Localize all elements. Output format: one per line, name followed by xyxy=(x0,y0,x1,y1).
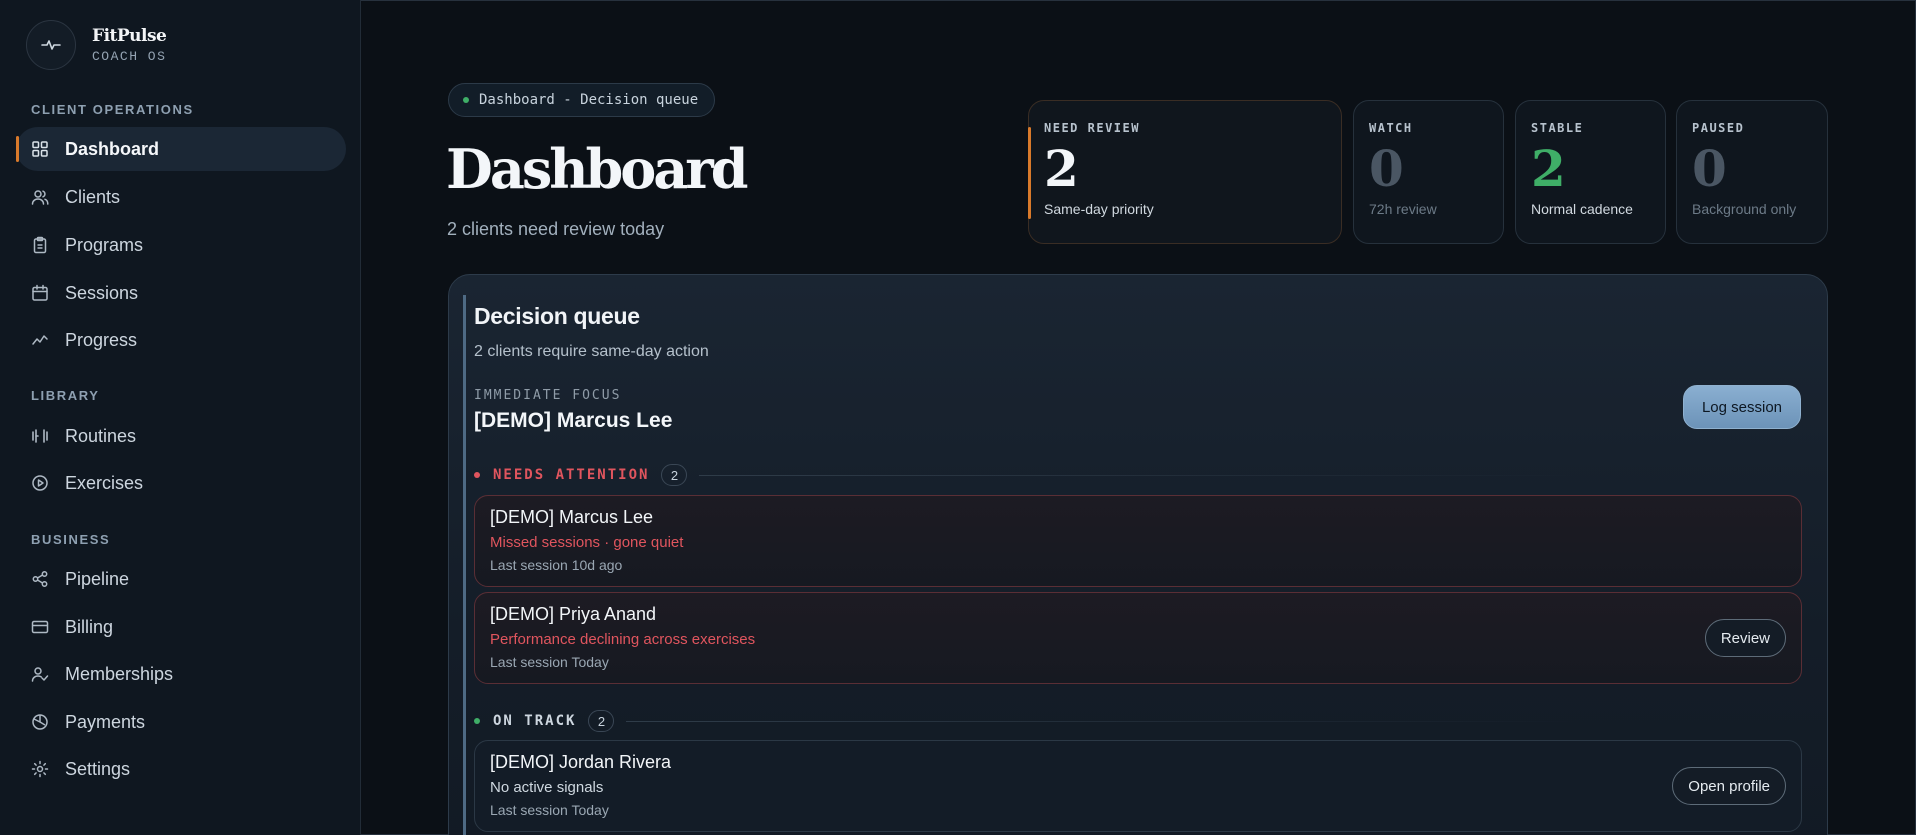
sidebar-item-progress[interactable]: Progress xyxy=(16,318,346,362)
group-count-badge: 2 xyxy=(588,710,615,732)
success-dot xyxy=(474,718,480,724)
review-button[interactable]: Review xyxy=(1704,619,1786,657)
group-label: NEEDS ATTENTION xyxy=(493,467,650,483)
log-session-button[interactable]: Log session xyxy=(1683,385,1801,429)
group-label: ON TRACK xyxy=(493,713,577,729)
nav-heading-business: BUSINESS xyxy=(31,532,111,547)
sidebar-item-sessions[interactable]: Sessions xyxy=(16,271,346,315)
stat-label: PAUSED xyxy=(1692,121,1745,135)
pulse-icon xyxy=(26,20,76,70)
sidebar-item-label: Exercises xyxy=(65,472,144,493)
sidebar-item-label: Programs xyxy=(65,234,144,255)
sidebar-item-routines[interactable]: Routines xyxy=(16,414,346,458)
sidebar-item-billing[interactable]: Billing xyxy=(16,605,346,649)
sidebar-item-label: Routines xyxy=(65,425,137,446)
trend-icon xyxy=(31,331,49,349)
client-row-jordan-rivera[interactable]: [DEMO] Jordan Rivera No active signals L… xyxy=(474,740,1802,832)
stat-value: 2 xyxy=(1531,139,1566,198)
focus-label: IMMEDIATE FOCUS xyxy=(474,388,622,403)
stat-value: 0 xyxy=(1692,139,1727,198)
sidebar-item-dashboard[interactable]: Dashboard xyxy=(16,127,346,171)
stat-card-paused[interactable]: PAUSED 0 Background only xyxy=(1676,100,1828,244)
play-circle-icon xyxy=(31,474,49,492)
sidebar-item-clients[interactable]: Clients xyxy=(16,175,346,219)
sidebar-item-payments[interactable]: Payments xyxy=(16,700,346,744)
stat-note: 72h review xyxy=(1369,201,1437,217)
sidebar-item-label: Payments xyxy=(65,711,146,732)
nav-heading-client-operations: CLIENT OPERATIONS xyxy=(31,102,194,117)
gear-icon xyxy=(31,760,49,778)
clipboard-icon xyxy=(31,236,49,254)
stat-note: Background only xyxy=(1692,201,1797,217)
sidebar-item-pipeline[interactable]: Pipeline xyxy=(16,557,346,601)
breadcrumb-text: Dashboard - Decision queue xyxy=(479,92,699,108)
users-icon xyxy=(31,188,49,206)
last-session: Last session Today xyxy=(490,802,609,818)
divider xyxy=(626,720,1574,722)
sidebar-item-label: Memberships xyxy=(65,663,174,684)
queue-subtitle: 2 clients require same-day action xyxy=(474,343,709,360)
brand[interactable]: FitPulse COACH OS xyxy=(26,20,167,70)
focus-client-name: [DEMO] Marcus Lee xyxy=(474,409,673,432)
sidebar-item-programs[interactable]: Programs xyxy=(16,223,346,267)
group-on-track: ON TRACK 2 xyxy=(474,710,1574,732)
coins-icon xyxy=(31,713,49,731)
client-signal: No active signals xyxy=(490,779,604,796)
decision-queue-card: Decision queue 2 clients require same-da… xyxy=(448,274,1828,835)
stat-card-watch[interactable]: WATCH 0 72h review xyxy=(1353,100,1504,244)
credit-card-icon xyxy=(31,618,49,636)
last-session: Last session Today xyxy=(490,654,609,670)
sidebar-item-label: Sessions xyxy=(65,282,139,303)
client-row-priya-anand[interactable]: [DEMO] Priya Anand Performance declining… xyxy=(474,592,1802,684)
group-count-badge: 2 xyxy=(661,464,688,486)
sidebar-item-label: Settings xyxy=(65,758,131,779)
page-subtitle: 2 clients need review today xyxy=(447,219,665,239)
stat-value: 0 xyxy=(1369,139,1404,198)
grid-icon xyxy=(31,140,49,158)
nav-heading-library: LIBRARY xyxy=(31,388,100,403)
stat-label: NEED REVIEW xyxy=(1044,121,1140,135)
sidebar: FitPulse COACH OS CLIENT OPERATIONS Dash… xyxy=(0,0,361,835)
status-dot xyxy=(463,97,469,103)
stat-label: WATCH xyxy=(1369,121,1413,135)
client-name: [DEMO] Priya Anand xyxy=(490,604,657,624)
divider xyxy=(699,474,1574,476)
stat-card-stable[interactable]: STABLE 2 Normal cadence xyxy=(1515,100,1666,244)
stat-value: 2 xyxy=(1044,139,1079,198)
stat-note: Normal cadence xyxy=(1531,201,1633,217)
sidebar-item-label: Billing xyxy=(65,616,114,637)
sidebar-item-label: Pipeline xyxy=(65,568,130,589)
sidebar-item-memberships[interactable]: Memberships xyxy=(16,652,346,696)
open-profile-button[interactable]: Open profile xyxy=(1672,767,1786,805)
stat-card-need-review[interactable]: NEED REVIEW 2 Same-day priority xyxy=(1028,100,1342,244)
user-check-icon xyxy=(31,665,49,683)
group-needs-attention: NEEDS ATTENTION 2 xyxy=(474,464,1574,486)
breadcrumb-chip: Dashboard - Decision queue xyxy=(448,83,716,117)
sidebar-item-label: Dashboard xyxy=(65,138,160,159)
client-name: [DEMO] Marcus Lee xyxy=(490,507,654,527)
share-nodes-icon xyxy=(31,570,49,588)
page-title: Dashboard xyxy=(446,137,748,201)
sidebar-item-exercises[interactable]: Exercises xyxy=(16,461,346,505)
last-session: Last session 10d ago xyxy=(490,557,623,573)
brand-name: FitPulse xyxy=(92,26,167,46)
calendar-icon xyxy=(31,284,49,302)
sidebar-item-settings[interactable]: Settings xyxy=(16,747,346,791)
stat-note: Same-day priority xyxy=(1044,201,1154,217)
queue-title: Decision queue xyxy=(474,303,640,329)
brand-subtitle: COACH OS xyxy=(92,49,167,64)
client-signal: Missed sessions · gone quiet xyxy=(490,534,684,551)
dumbbell-icon xyxy=(31,427,49,445)
client-row-marcus-lee[interactable]: [DEMO] Marcus Lee Missed sessions · gone… xyxy=(474,495,1802,587)
sidebar-item-label: Clients xyxy=(65,186,121,207)
client-name: [DEMO] Jordan Rivera xyxy=(490,752,672,772)
client-signal: Performance declining across exercises xyxy=(490,631,756,648)
sidebar-item-label: Progress xyxy=(65,329,138,350)
alert-dot xyxy=(474,472,480,478)
stat-label: STABLE xyxy=(1531,121,1584,135)
